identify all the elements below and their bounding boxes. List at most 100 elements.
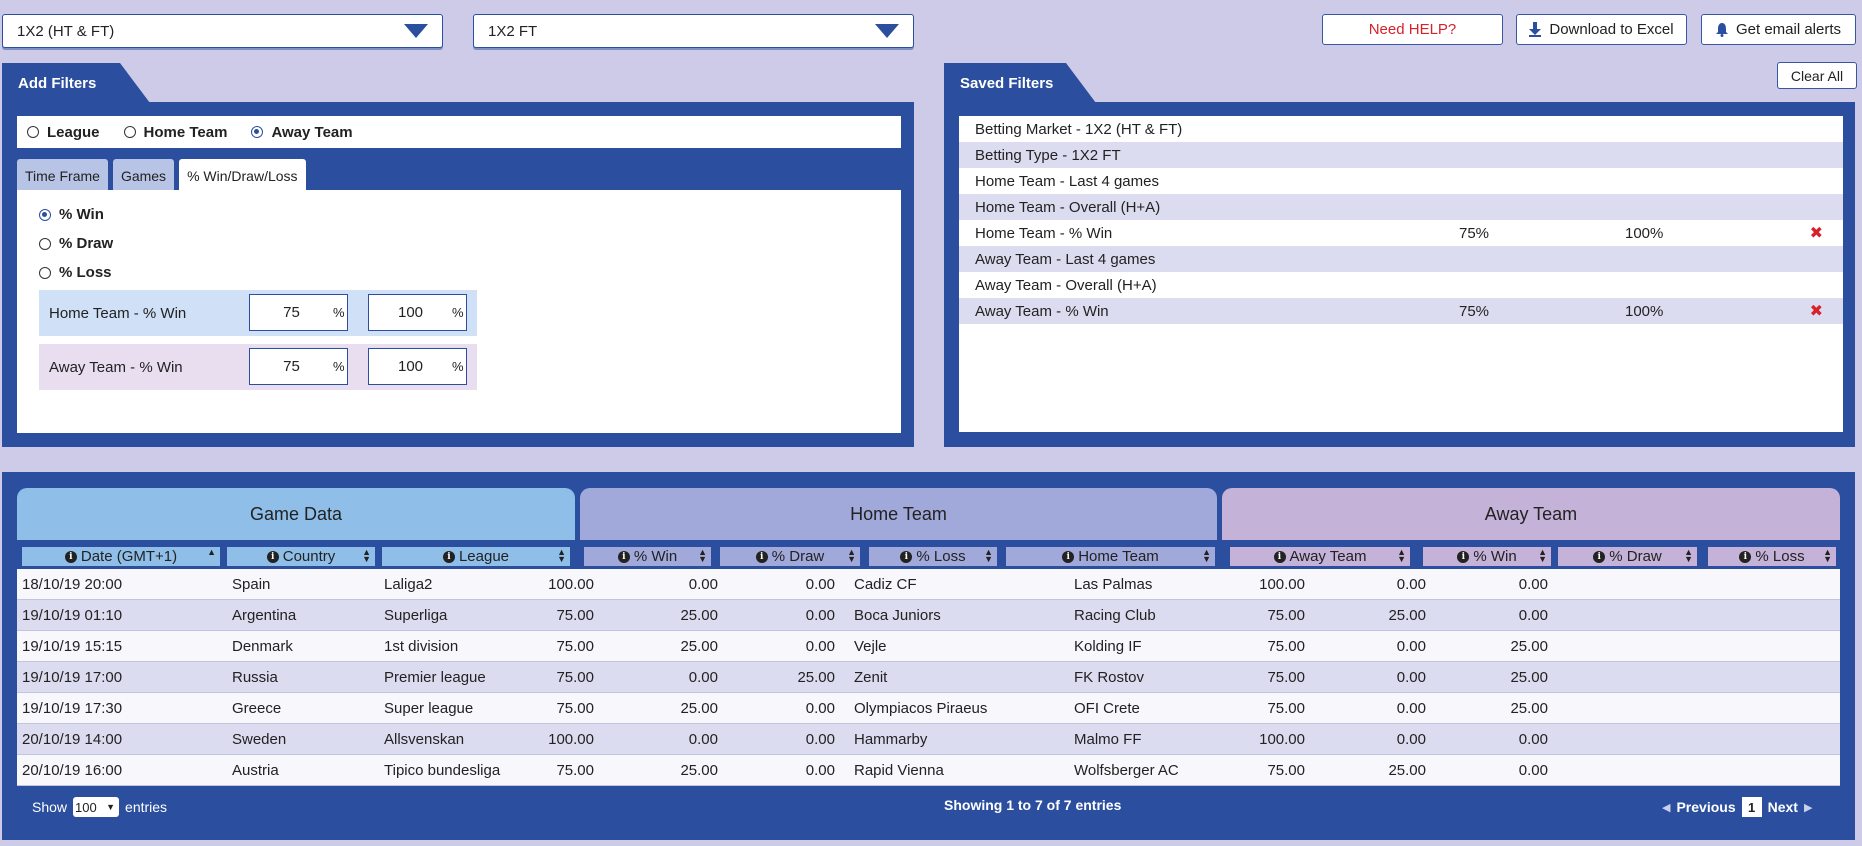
table-cell: Argentina <box>232 607 297 624</box>
group-home-team: Home Team <box>580 488 1217 540</box>
table-cell: Sweden <box>232 731 287 748</box>
table-cell: 75.00 <box>556 700 594 717</box>
add-filters-tab: Add Filters <box>2 63 150 103</box>
table-cell: Spain <box>232 576 271 593</box>
radio-icon <box>39 266 51 279</box>
table-cell: 25.00 <box>680 700 718 717</box>
scope-away-team[interactable]: Away Team <box>251 124 353 141</box>
column-header[interactable]: i Date (GMT+1) ▲ <box>22 547 220 566</box>
help-button[interactable]: Need HELP? <box>1322 14 1503 45</box>
table-cell: 0.00 <box>1396 576 1426 593</box>
table-cell: Cadiz CF <box>854 576 917 593</box>
table-cell: 75.00 <box>556 607 594 624</box>
table-cell: Malmo FF <box>1074 731 1142 748</box>
radio-checked-icon <box>39 208 51 221</box>
saved-filter-name: Home Team - Last 4 games <box>975 172 1159 190</box>
column-header[interactable]: i League ▲ ▼ <box>382 547 570 566</box>
info-icon: i <box>1062 550 1075 563</box>
table-cell: Denmark <box>232 638 293 655</box>
scope-league[interactable]: League <box>27 124 100 141</box>
table-cell: 75.00 <box>556 638 594 655</box>
table-cell: 0.00 <box>805 607 835 624</box>
table-cell: 0.00 <box>1518 762 1548 779</box>
tab-content: % Win % Draw % Loss Home Team - % Win 75… <box>17 190 901 433</box>
table-row[interactable]: 20/10/19 14:00 Sweden Allsvenskan 100.00 0.0… <box>17 724 1840 755</box>
radio-icon <box>27 126 39 138</box>
tab-games[interactable]: Games <box>112 159 175 192</box>
entries-select[interactable]: 100 ▼ <box>73 797 120 817</box>
table-cell: Racing Club <box>1074 607 1156 624</box>
prev-icon: ◀ <box>1662 801 1671 814</box>
info-icon: i <box>1457 550 1470 563</box>
saved-filter-name: Home Team - % Win <box>975 224 1113 242</box>
download-excel-button[interactable]: Download to Excel <box>1516 14 1687 45</box>
tab-time-frame[interactable]: Time Frame <box>17 159 108 192</box>
table-cell: 0.00 <box>805 638 835 655</box>
table-cell: 75.00 <box>1267 700 1305 717</box>
table-cell: 0.00 <box>805 576 835 593</box>
home-win-max-input[interactable]: 100% <box>368 294 467 331</box>
table-cell: 100.00 <box>1259 576 1305 593</box>
radio-icon <box>39 237 51 250</box>
market-select[interactable]: 1X2 (HT & FT) <box>2 14 443 48</box>
results-table-body: 18/10/19 20:00 Spain Laliga2 100.00 0.00 0.00… <box>17 569 1840 786</box>
option-loss[interactable]: % Loss <box>39 264 112 281</box>
saved-filter-row: Betting Type - 1X2 FT <box>959 142 1843 168</box>
table-cell: 100.00 <box>548 731 594 748</box>
away-win-min-input[interactable]: 75% <box>249 348 348 385</box>
table-row[interactable]: 18/10/19 20:00 Spain Laliga2 100.00 0.00 0.00… <box>17 569 1840 600</box>
table-row[interactable]: 20/10/19 16:00 Austria Tipico bundesliga 75… <box>17 755 1840 786</box>
table-cell: 0.00 <box>1396 700 1426 717</box>
table-cell: Super league <box>384 700 474 717</box>
away-win-label: Away Team - % Win <box>49 358 183 376</box>
info-icon: i <box>900 550 913 563</box>
clear-all-button[interactable]: Clear All <box>1777 62 1857 89</box>
option-draw[interactable]: % Draw <box>39 235 113 252</box>
column-header[interactable]: i% Loss ▲ ▼ <box>1708 547 1836 566</box>
home-win-range: Home Team - % Win 75% 100% <box>39 290 477 336</box>
column-header[interactable]: i% Draw ▲ ▼ <box>720 547 860 566</box>
email-alerts-button[interactable]: Get email alerts <box>1701 14 1856 45</box>
table-row[interactable]: 19/10/19 15:15 Denmark 1st division 75.00 25… <box>17 631 1840 662</box>
table-cell: Laliga2 <box>384 576 433 593</box>
column-header[interactable]: i Home Team ▲ ▼ <box>1006 547 1215 566</box>
column-header[interactable]: i% Draw ▲ ▼ <box>1558 547 1697 566</box>
tab-win-draw-loss[interactable]: % Win/Draw/Loss <box>179 159 306 192</box>
table-cell: 19/10/19 17:00 <box>22 669 123 686</box>
saved-filter-row: Away Team - Overall (H+A) <box>959 272 1843 298</box>
table-cell: Rapid Vienna <box>854 762 944 779</box>
table-cell: FK Rostov <box>1074 669 1145 686</box>
next-button[interactable]: Next <box>1768 799 1798 815</box>
table-cell: Tipico bundesliga <box>384 762 501 779</box>
saved-filter-name: Away Team - Last 4 games <box>975 250 1156 268</box>
sort-icon: ▲ ▼ <box>698 547 707 564</box>
column-header[interactable]: i% Win ▲ ▼ <box>584 547 711 566</box>
saved-filter-row: Home Team - Last 4 games <box>959 168 1843 194</box>
saved-filter-row: Betting Market - 1X2 (HT & FT) <box>959 116 1843 142</box>
scope-home-team[interactable]: Home Team <box>123 124 227 141</box>
column-header[interactable]: i Country ▲ ▼ <box>227 547 375 566</box>
remove-filter-icon[interactable]: ✖ <box>1810 301 1823 321</box>
away-win-max-input[interactable]: 100% <box>368 348 467 385</box>
type-select[interactable]: 1X2 FT <box>473 14 914 48</box>
sort-icon: ▲ ▼ <box>847 547 856 564</box>
saved-filters-list: Betting Market - 1X2 (HT & FT) Betting Ty… <box>959 116 1843 432</box>
table-row[interactable]: 19/10/19 01:10 Argentina Superliga 75.00 25.… <box>17 600 1840 631</box>
table-cell: Russia <box>232 669 278 686</box>
table-row[interactable]: 19/10/19 17:00 Russia Premier league 75.00 0… <box>17 662 1840 693</box>
previous-button[interactable]: Previous <box>1676 799 1735 815</box>
column-header[interactable]: i% Win ▲ ▼ <box>1423 547 1551 566</box>
column-header[interactable]: i% Loss ▲ ▼ <box>869 547 997 566</box>
column-header[interactable]: i Away Team ▲ ▼ <box>1230 547 1410 566</box>
table-cell: 25.00 <box>1388 607 1426 624</box>
saved-filter-name: Away Team - Overall (H+A) <box>975 276 1157 294</box>
remove-filter-icon[interactable]: ✖ <box>1810 223 1823 243</box>
table-row[interactable]: 19/10/19 17:30 Greece Super league 75.00 25.… <box>17 693 1840 724</box>
option-win[interactable]: % Win <box>39 206 104 223</box>
radio-icon <box>123 126 136 138</box>
home-win-min-input[interactable]: 75% <box>249 294 348 331</box>
info-icon: i <box>1273 550 1286 563</box>
table-cell: Vejle <box>854 638 887 655</box>
page-1-button[interactable]: 1 <box>1741 797 1762 817</box>
saved-filter-min: 75% <box>1459 302 1490 320</box>
